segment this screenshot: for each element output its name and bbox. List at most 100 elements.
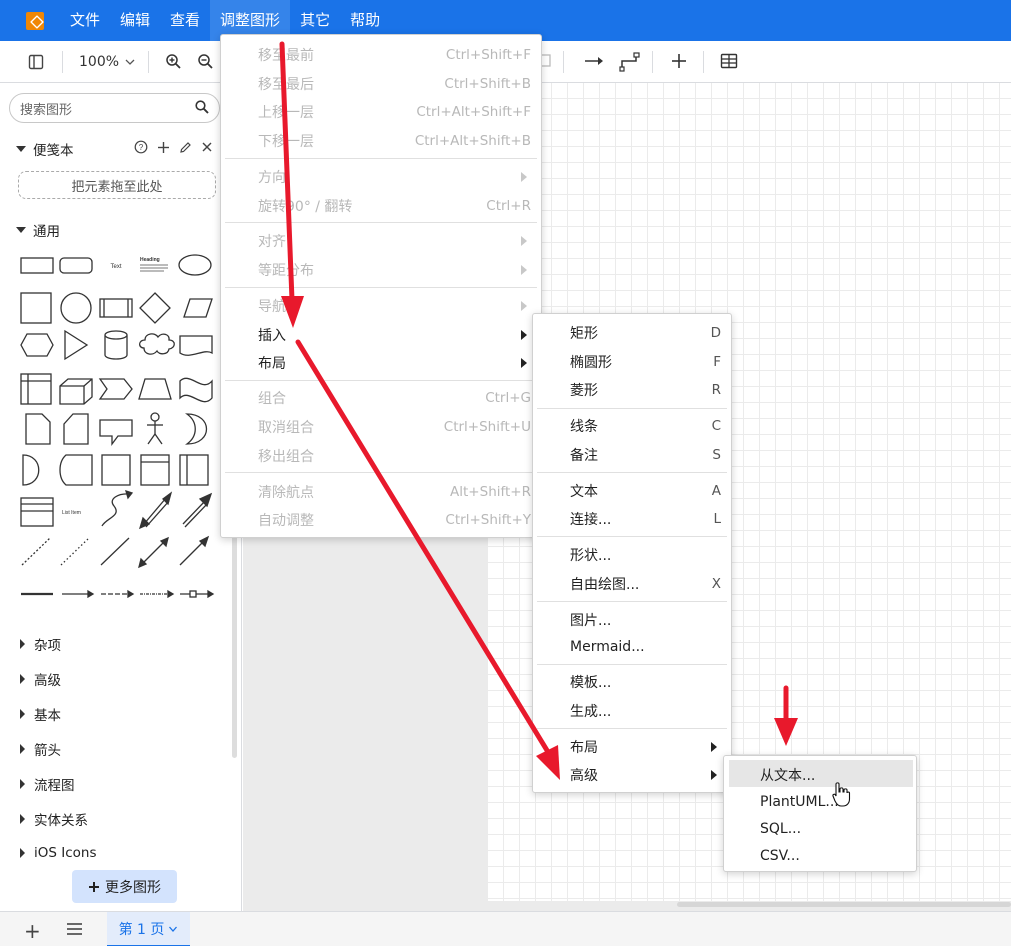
internal-storage-shape[interactable] (20, 373, 52, 405)
menu-view[interactable]: 查看 (160, 0, 210, 41)
add-icon[interactable] (157, 141, 170, 154)
or-shape[interactable] (185, 413, 208, 445)
general-header[interactable]: 通用 (16, 220, 60, 240)
textbox-shape[interactable]: Heading (140, 257, 168, 272)
waypoints-icon[interactable] (619, 52, 641, 76)
parallelogram-shape[interactable] (183, 298, 213, 318)
format-panel-toggle-icon[interactable] (24, 47, 48, 77)
line-shape[interactable] (100, 537, 130, 566)
table-icon[interactable] (720, 52, 738, 74)
actor-shape[interactable] (147, 412, 163, 445)
rounded-rectangle-shape[interactable] (59, 257, 93, 274)
tape-shape[interactable] (179, 377, 213, 403)
menu-item-insert[interactable]: 插入 (221, 320, 541, 349)
process-shape[interactable] (99, 298, 133, 318)
category-misc[interactable]: 杂项 (16, 634, 61, 654)
edit-pencil-icon[interactable] (179, 141, 192, 154)
menu-item-clear-waypoints[interactable]: 清除航点 Alt+Shift+R (221, 477, 541, 506)
connector-straight-icon[interactable] (584, 53, 604, 73)
circle-shape[interactable] (60, 292, 92, 324)
insert-plus-icon[interactable] (670, 52, 688, 74)
menu-item-ungroup[interactable]: 取消组合 Ctrl+Shift+U (221, 412, 541, 441)
swimlane-shape[interactable] (140, 454, 170, 486)
container-shape[interactable] (101, 454, 131, 486)
menu-file[interactable]: 文件 (60, 0, 110, 41)
step-shape[interactable] (98, 378, 133, 400)
curve-shape[interactable] (101, 493, 131, 527)
menu-edit[interactable]: 编辑 (110, 0, 160, 41)
menu-item-link[interactable]: 连接... L (533, 504, 731, 533)
scratchpad-drop-zone[interactable]: 把元素拖至此处 (18, 171, 216, 199)
pages-menu-icon[interactable] (66, 922, 83, 936)
vertical-pool-shape[interactable] (179, 454, 209, 486)
card-shape[interactable] (63, 413, 89, 445)
menu-item-distribute[interactable]: 等距分布 (221, 255, 541, 284)
menu-item-group[interactable]: 组合 Ctrl+G (221, 383, 541, 412)
rectangle-shape[interactable] (20, 257, 54, 274)
menu-item-align[interactable]: 对齐 (221, 226, 541, 255)
menu-item-shapes[interactable]: 形状... (533, 540, 731, 569)
menu-item-freehand[interactable]: 自由绘图... X (533, 569, 731, 598)
menu-item-template[interactable]: 模板... (533, 667, 731, 696)
menu-item-image[interactable]: 图片... (533, 605, 731, 634)
page-tab[interactable]: 第 1 页 (107, 912, 190, 946)
menu-item-layout[interactable]: 布局 (221, 348, 541, 377)
dotted-line-shape[interactable] (60, 537, 90, 566)
menu-item-ellipse[interactable]: 椭圆形 F (533, 347, 731, 376)
zoom-select[interactable]: 100% (79, 47, 136, 77)
trapezoid-shape[interactable] (138, 378, 172, 400)
cloud-shape[interactable] (138, 333, 175, 355)
menu-item-line[interactable]: 线条 C (533, 411, 731, 440)
close-icon[interactable] (201, 141, 213, 153)
menu-item-insert-layout[interactable]: 布局 (533, 732, 731, 761)
document-shape[interactable] (179, 335, 213, 356)
zoom-out-icon[interactable] (195, 47, 215, 77)
chevron-down-icon[interactable] (168, 924, 178, 934)
menu-item-text[interactable]: 文本 A (533, 476, 731, 505)
list-item-shape[interactable]: List Item (62, 510, 81, 516)
category-ios-icons[interactable]: iOS Icons (16, 845, 97, 861)
directional-connector-shape[interactable] (179, 540, 205, 566)
category-entity-relation[interactable]: 实体关系 (16, 809, 88, 829)
callout-shape[interactable] (99, 419, 133, 446)
menu-item-autosize[interactable]: 自动调整 Ctrl+Shift+Y (221, 505, 541, 534)
menu-item-generate[interactable]: 生成... (533, 696, 731, 725)
cylinder-shape[interactable] (104, 330, 128, 360)
menu-item-plantuml[interactable]: PlantUML... (724, 787, 916, 816)
search-icon[interactable] (195, 100, 209, 114)
bidirectional-connector-shape[interactable] (140, 539, 167, 566)
square-shape[interactable] (20, 292, 52, 324)
menu-item-mermaid[interactable]: Mermaid... (533, 632, 731, 661)
menu-item-direction[interactable]: 方向 (221, 162, 541, 191)
menu-item-send-backward[interactable]: 下移一层 Ctrl+Alt+Shift+B (221, 126, 541, 155)
list-shape[interactable] (20, 497, 54, 527)
triangle-shape[interactable] (64, 329, 89, 361)
text-shape[interactable]: Text (110, 264, 121, 270)
category-arrows[interactable]: 箭头 (16, 739, 61, 759)
note-shape[interactable] (25, 413, 51, 445)
menu-item-rotate[interactable]: 旋转90° / 翻转 Ctrl+R (221, 191, 541, 220)
menu-item-from-text[interactable]: 从文本... (724, 760, 916, 789)
category-flowchart[interactable]: 流程图 (16, 774, 75, 794)
dashed-line-shape[interactable] (21, 537, 51, 566)
category-basic[interactable]: 基本 (16, 704, 61, 724)
category-advanced[interactable]: 高级 (16, 669, 61, 689)
more-shapes-button[interactable]: 更多图形 (72, 870, 177, 903)
ellipse-shape[interactable] (178, 254, 212, 276)
menu-item-insert-advanced[interactable]: 高级 (533, 760, 731, 789)
menu-item-note[interactable]: 备注 S (533, 440, 731, 469)
data-storage-shape[interactable] (59, 454, 93, 486)
diamond-shape[interactable] (139, 292, 171, 324)
delay-shape[interactable] (22, 454, 40, 486)
app-logo-icon[interactable] (26, 11, 44, 30)
hexagon-shape[interactable] (20, 333, 54, 357)
menu-item-sql[interactable]: SQL... (724, 814, 916, 843)
menu-item-navigation[interactable]: 导航 (221, 291, 541, 320)
scratchpad-header[interactable]: 便笺本 (16, 139, 74, 159)
zoom-in-icon[interactable] (161, 47, 185, 77)
general-shapes-palette[interactable]: Text Heading List Item (18, 248, 218, 598)
menu-item-to-front[interactable]: 移至最前 Ctrl+Shift+F (221, 40, 541, 69)
help-icon[interactable]: ? (134, 140, 148, 154)
menu-item-csv[interactable]: CSV... (724, 841, 916, 870)
menu-item-to-back[interactable]: 移至最后 Ctrl+Shift+B (221, 69, 541, 98)
